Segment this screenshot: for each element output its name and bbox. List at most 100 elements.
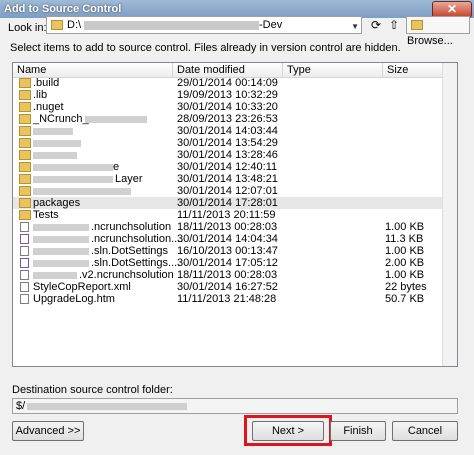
redacted-text: [33, 224, 89, 231]
list-item[interactable]: Layer 30/01/2014 13:48:21: [13, 173, 457, 185]
file-icon: [20, 282, 29, 292]
item-date: 30/01/2014 13:48:21: [177, 173, 278, 185]
item-date: 30/01/2014 17:05:12: [177, 257, 278, 269]
folder-icon: [19, 126, 31, 136]
item-date: 28/09/2013 23:26:53: [177, 113, 278, 125]
list-item[interactable]: .sln.DotSettings.... 30/01/2014 17:05:12 2…: [13, 257, 457, 269]
item-name: _NCrunch_: [33, 113, 89, 125]
list-item[interactable]: .lib 19/09/2013 10:32:29: [13, 89, 457, 101]
item-date: 30/01/2014 12:07:01: [177, 185, 278, 197]
folder-icon: [19, 90, 31, 100]
list-item[interactable]: 30/01/2014 13:28:46: [13, 149, 457, 161]
redacted-text: [33, 248, 89, 255]
list-item[interactable]: StyleCopReport.xml 30/01/2014 16:27:52 22 …: [13, 281, 457, 293]
folder-icon: [19, 102, 31, 112]
item-name: Layer: [115, 173, 143, 185]
folder-icon: [19, 162, 31, 172]
finish-button[interactable]: Finish: [330, 421, 386, 441]
column-header-date[interactable]: Date modified: [173, 63, 283, 77]
item-date: 18/11/2013 00:28:03: [177, 221, 278, 233]
redacted-text: [85, 116, 147, 123]
list-item[interactable]: _NCrunch_ 28/09/2013 23:26:53: [13, 113, 457, 125]
folder-icon: [19, 210, 31, 220]
folder-icon: [411, 20, 423, 31]
folder-icon: [51, 20, 63, 30]
item-name: .build: [33, 77, 60, 89]
item-name: StyleCopReport.xml: [33, 281, 131, 293]
redacted-text: [33, 140, 81, 147]
item-name: packages: [33, 197, 81, 209]
list-item[interactable]: .nuget 30/01/2014 10:33:20: [13, 101, 457, 113]
folder-icon: [19, 174, 31, 184]
look-in-path-prefix: D:\: [67, 19, 82, 31]
item-date: 18/11/2013 00:28:03: [177, 269, 278, 281]
item-name: Tests: [33, 209, 59, 221]
item-name: .sln.DotSettings: [91, 245, 169, 257]
redacted-text: [33, 188, 131, 195]
list-item[interactable]: 30/01/2014 14:03:44: [13, 125, 457, 137]
item-date: 30/01/2014 17:28:01: [177, 197, 278, 209]
item-size: 11.3 KB: [385, 233, 424, 245]
item-size: 1.00 KB: [385, 245, 425, 257]
list-item[interactable]: .sln.DotSettings 16/10/2013 00:13:47 1.00 …: [13, 245, 457, 257]
item-date: 11/11/2013 21:48:28: [177, 293, 277, 305]
item-name: UpgradeLog.htm: [33, 293, 115, 305]
column-header-size[interactable]: Size: [383, 63, 445, 77]
item-date: 11/11/2013 20:11:59: [177, 209, 276, 221]
file-icon: [20, 294, 29, 304]
column-header-name[interactable]: Name: [13, 63, 173, 77]
item-name: .ncrunchsolution: [91, 221, 172, 233]
folder-icon: [19, 138, 31, 148]
redacted-text: [33, 128, 73, 135]
list-item[interactable]: .ncrunchsolution.... 30/01/2014 14:04:34 1…: [13, 233, 457, 245]
next-button[interactable]: Next >: [252, 421, 324, 441]
refresh-icon[interactable]: ⟳: [368, 17, 384, 33]
list-item[interactable]: 30/01/2014 12:07:01: [13, 185, 457, 197]
column-header-type[interactable]: Type: [283, 63, 383, 77]
folder-icon: [19, 198, 31, 208]
item-name: .sln.DotSettings....: [91, 257, 181, 269]
list-item[interactable]: .v2.ncrunchsolution 18/11/2013 00:28:03 1.…: [13, 269, 457, 281]
redacted-path: [84, 21, 259, 30]
destination-value: $/: [16, 400, 26, 412]
solution-file-icon: [20, 234, 29, 244]
browse-button[interactable]: Browse...: [406, 16, 470, 47]
look-in-path-suffix: -Dev: [259, 19, 283, 31]
cancel-button[interactable]: Cancel: [392, 421, 458, 441]
item-date: 30/01/2014 14:03:44: [177, 125, 278, 137]
look-in-combo[interactable]: D:\ -Dev ▼: [46, 16, 362, 34]
solution-file-icon: [20, 258, 29, 268]
redacted-text: [33, 176, 113, 183]
item-size: 2.00 KB: [385, 257, 425, 269]
list-item[interactable]: e 30/01/2014 12:40:11: [13, 161, 457, 173]
list-item[interactable]: .build 29/01/2014 00:14:09: [13, 77, 457, 89]
item-name: .v2.ncrunchsolution: [79, 269, 174, 281]
browse-label: Browse...: [407, 35, 453, 47]
up-folder-icon[interactable]: ⇧: [386, 17, 402, 33]
item-date: 30/01/2014 10:33:20: [177, 101, 278, 113]
item-size: 1.00 KB: [385, 221, 425, 233]
redacted-text: [33, 236, 89, 243]
item-size: 22 bytes: [385, 281, 427, 293]
destination-field[interactable]: $/: [12, 398, 458, 414]
chevron-down-icon[interactable]: ▼: [351, 22, 359, 31]
vertical-scrollbar[interactable]: [442, 63, 457, 366]
item-date: 29/01/2014 00:14:09: [177, 77, 278, 89]
instructions-text: Select items to add to source control. F…: [10, 42, 401, 54]
file-icon: [20, 270, 29, 280]
list-item[interactable]: 30/01/2014 13:54:29: [13, 137, 457, 149]
item-date: 30/01/2014 13:28:46: [177, 149, 278, 161]
item-name: .lib: [33, 89, 48, 101]
advanced-button[interactable]: Advanced >>: [12, 421, 84, 441]
list-item[interactable]: UpgradeLog.htm 11/11/2013 21:48:28 50.7 KB: [13, 293, 457, 305]
item-date: 19/09/2013 10:32:29: [177, 89, 278, 101]
file-list[interactable]: Name Date modified Type Size .build 29/01…: [12, 62, 458, 367]
list-item[interactable]: .ncrunchsolution 18/11/2013 00:28:03 1.00 …: [13, 221, 457, 233]
item-size: 50.7 KB: [385, 293, 425, 305]
item-name: e: [113, 161, 120, 173]
item-date: 30/01/2014 13:54:29: [177, 137, 278, 149]
list-item[interactable]: packages 30/01/2014 17:28:01: [13, 197, 457, 209]
item-date: 30/01/2014 16:27:52: [177, 281, 278, 293]
redacted-text: [33, 272, 77, 279]
list-item[interactable]: Tests 11/11/2013 20:11:59: [13, 209, 457, 221]
